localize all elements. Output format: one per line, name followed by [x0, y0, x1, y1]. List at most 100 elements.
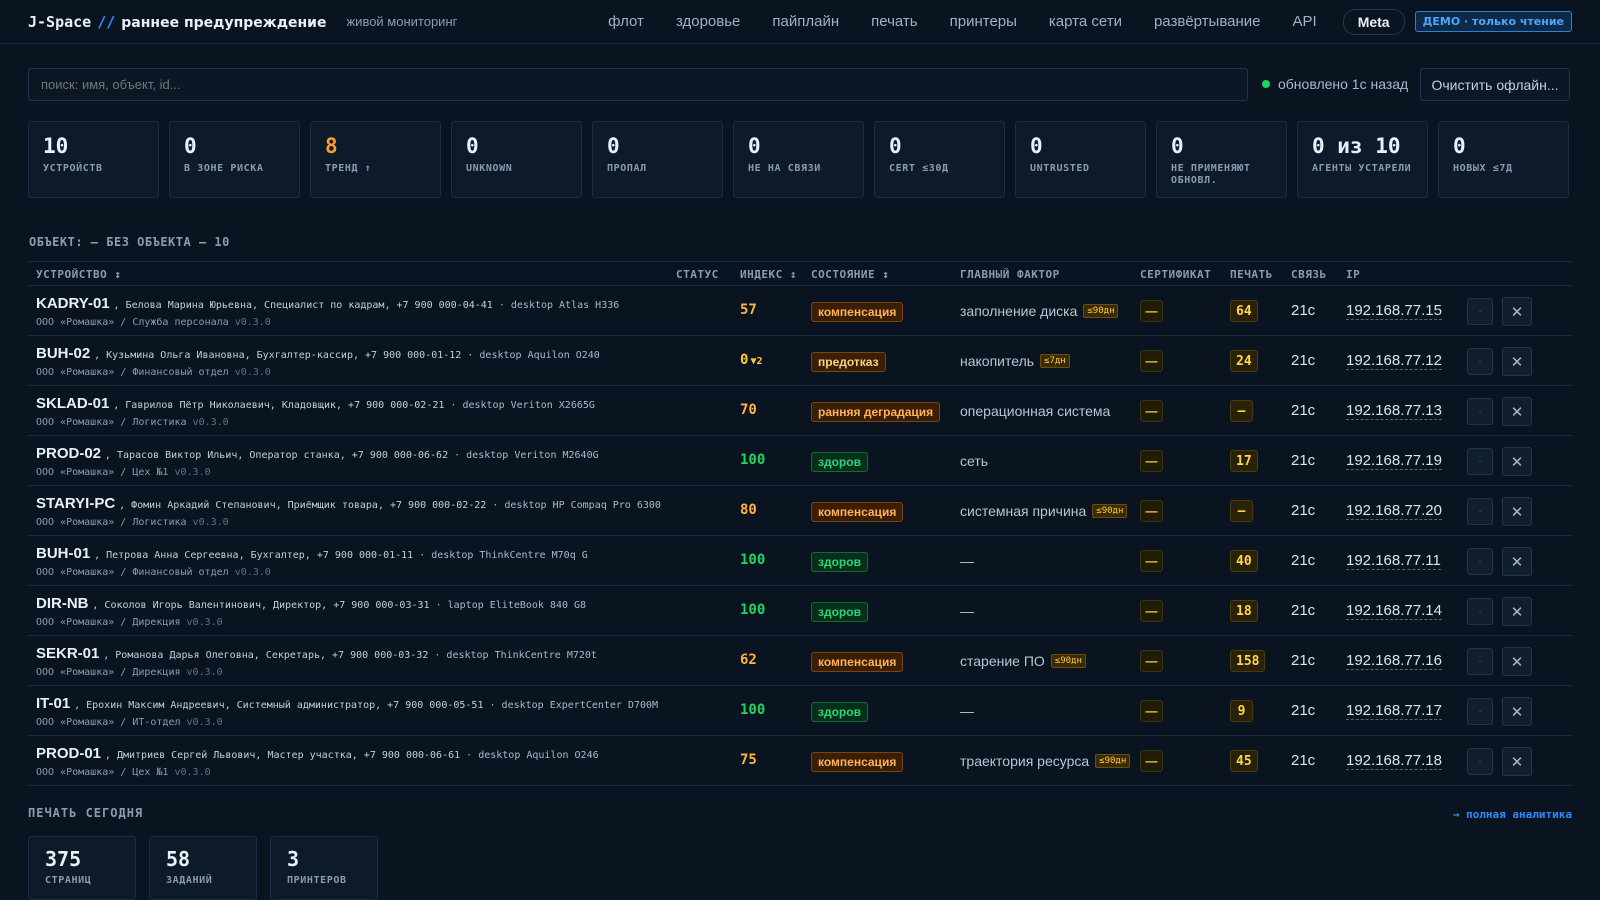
clear-offline-button[interactable]: Очистить офлайн... — [1420, 68, 1570, 101]
col-ip: IP — [1346, 268, 1361, 281]
col-state[interactable]: СОСТОЯНИЕ ↕ — [811, 268, 889, 281]
remove-device-button[interactable]: ✕ — [1502, 497, 1532, 526]
stat-card-lost[interactable]: 0 ПРОПАЛ — [592, 121, 723, 198]
stat-card-devices[interactable]: 10 УСТРОЙСТВ — [28, 121, 159, 198]
health-index: 75 — [740, 752, 759, 768]
dot-icon: · — [1478, 506, 1482, 517]
table-row[interactable]: PROD-02 , Тарасов Виктор Ильич, Оператор… — [28, 436, 1572, 486]
meta-button[interactable]: Meta — [1342, 8, 1405, 35]
device-name[interactable]: SEKR-01 — [36, 645, 99, 662]
factor-horizon-tag: ≤90дн — [1050, 654, 1086, 668]
ip-address[interactable]: 192.168.77.17 — [1346, 702, 1442, 720]
table-row[interactable]: PROD-01 , Дмитриев Сергей Львович, Масте… — [28, 736, 1572, 786]
ip-address[interactable]: 192.168.77.19 — [1346, 452, 1442, 470]
row-menu-button[interactable]: · — [1467, 398, 1493, 425]
stat-card-no-updates[interactable]: 0 НЕ ПРИМЕНЯЮТ ОБНОВЛ. — [1156, 121, 1287, 198]
stat-card-trend[interactable]: 8 ТРЕНД ↑ — [310, 121, 441, 198]
stat-label: UNKNOWN — [466, 163, 513, 174]
ip-address[interactable]: 192.168.77.11 — [1346, 552, 1441, 570]
device-name[interactable]: KADRY-01 — [36, 295, 110, 312]
col-device[interactable]: УСТРОЙСТВО ↕ — [36, 268, 121, 281]
device-name[interactable]: BUH-01 — [36, 545, 90, 562]
stat-value: 0 из 10 — [1312, 134, 1401, 158]
remove-device-button[interactable]: ✕ — [1502, 697, 1532, 726]
device-name[interactable]: SKLAD-01 — [36, 395, 109, 412]
device-org: ООО «Ромашка» / Логистика — [36, 517, 187, 528]
row-menu-button[interactable]: · — [1467, 598, 1493, 625]
main-factor-text: — — [960, 603, 974, 619]
remove-device-button[interactable]: ✕ — [1502, 547, 1532, 576]
search-input[interactable] — [41, 77, 1235, 92]
remove-device-button[interactable]: ✕ — [1502, 447, 1532, 476]
table-row[interactable]: DIR-NB , Соколов Игорь Валентинович, Дир… — [28, 586, 1572, 636]
device-name[interactable]: PROD-02 — [36, 445, 101, 462]
agent-version: v0.3.0 — [234, 367, 271, 378]
search-box[interactable] — [28, 68, 1248, 101]
device-name[interactable]: STARYI-PC — [36, 495, 115, 512]
nav-printers[interactable]: принтеры — [950, 13, 1017, 30]
ip-address[interactable]: 192.168.77.18 — [1346, 752, 1442, 770]
device-model: · laptop EliteBook 840 G8 — [429, 600, 587, 611]
table-row[interactable]: SKLAD-01 , Гаврилов Пётр Николаевич, Кла… — [28, 386, 1572, 436]
nav-health[interactable]: здоровье — [676, 13, 740, 30]
stat-card-cert[interactable]: 0 CERT ≤30Д — [874, 121, 1005, 198]
ip-address[interactable]: 192.168.77.20 — [1346, 502, 1442, 520]
nav-deployment[interactable]: развёртывание — [1154, 13, 1261, 30]
table-row[interactable]: BUH-01 , Петрова Анна Сергеевна, Бухгалт… — [28, 536, 1572, 586]
row-menu-button[interactable]: · — [1467, 348, 1493, 375]
ip-address[interactable]: 192.168.77.12 — [1346, 352, 1442, 370]
device-name[interactable]: BUH-02 — [36, 345, 90, 362]
stat-label: UNTRUSTED — [1030, 163, 1090, 174]
row-menu-button[interactable]: · — [1467, 648, 1493, 675]
device-owner: , Гаврилов Пётр Николаевич, Кладовщик, +… — [113, 400, 445, 411]
device-name[interactable]: PROD-01 — [36, 745, 101, 762]
table-row[interactable]: IT-01 , Ерохин Максим Андреевич, Системн… — [28, 686, 1572, 736]
stat-value: 0 — [607, 134, 620, 158]
row-menu-button[interactable]: · — [1467, 298, 1493, 325]
health-index: 0 ▼2 — [740, 352, 762, 368]
remove-device-button[interactable]: ✕ — [1502, 647, 1532, 676]
row-menu-button[interactable]: · — [1467, 448, 1493, 475]
stat-card-offline[interactable]: 0 НЕ НА СВЯЗИ — [733, 121, 864, 198]
row-menu-button[interactable]: · — [1467, 748, 1493, 775]
app-logo[interactable]: J-Space // раннее предупреждение — [28, 13, 326, 31]
ip-address[interactable]: 192.168.77.16 — [1346, 652, 1442, 670]
stat-card-agents-outdated[interactable]: 0 из 10 АГЕНТЫ УСТАРЕЛИ — [1297, 121, 1428, 198]
full-analytics-link[interactable]: → полная аналитика — [1453, 808, 1572, 821]
remove-device-button[interactable]: ✕ — [1502, 347, 1532, 376]
stats-row: 10 УСТРОЙСТВ 0 В ЗОНЕ РИСКА 8 ТРЕНД ↑ 0 UNKN… — [28, 121, 1569, 198]
table-row[interactable]: STARYI-PC , Фомин Аркадий Степанович, Пр… — [28, 486, 1572, 536]
nav-api[interactable]: API — [1293, 13, 1317, 30]
ip-address[interactable]: 192.168.77.15 — [1346, 302, 1442, 320]
device-name[interactable]: IT-01 — [36, 695, 70, 712]
ip-address[interactable]: 192.168.77.13 — [1346, 402, 1442, 420]
row-menu-button[interactable]: · — [1467, 548, 1493, 575]
device-owner: , Петрова Анна Сергеевна, Бухгалтер, +7 … — [94, 550, 414, 561]
nav-network-map[interactable]: карта сети — [1049, 13, 1122, 30]
stat-card-at-risk[interactable]: 0 В ЗОНЕ РИСКА — [169, 121, 300, 198]
remove-device-button[interactable]: ✕ — [1502, 297, 1532, 326]
agent-version: v0.3.0 — [192, 517, 229, 528]
stat-card-untrusted[interactable]: 0 UNTRUSTED — [1015, 121, 1146, 198]
stat-card-unknown[interactable]: 0 UNKNOWN — [451, 121, 582, 198]
remove-device-button[interactable]: ✕ — [1502, 597, 1532, 626]
table-row[interactable]: BUH-02 , Кузьмина Ольга Ивановна, Бухгал… — [28, 336, 1572, 386]
row-menu-button[interactable]: · — [1467, 498, 1493, 525]
ip-address[interactable]: 192.168.77.14 — [1346, 602, 1442, 620]
table-row[interactable]: KADRY-01 , Белова Марина Юрьевна, Специа… — [28, 286, 1572, 336]
row-menu-button[interactable]: · — [1467, 698, 1493, 725]
remove-device-button[interactable]: ✕ — [1502, 747, 1532, 776]
table-row[interactable]: SEKR-01 , Романова Дарья Олеговна, Секре… — [28, 636, 1572, 686]
nav-pipeline[interactable]: пайплайн — [772, 13, 839, 30]
device-line: IT-01 , Ерохин Максим Андреевич, Системн… — [36, 695, 658, 712]
stat-value: 0 — [1030, 134, 1043, 158]
col-index[interactable]: ИНДЕКС ↕ — [740, 268, 797, 281]
device-name[interactable]: DIR-NB — [36, 595, 89, 612]
device-org: ООО «Ромашка» / Служба персонала — [36, 317, 229, 328]
nav-fleet[interactable]: флот — [608, 13, 644, 30]
remove-device-button[interactable]: ✕ — [1502, 397, 1532, 426]
stat-label: CERT ≤30Д — [889, 163, 949, 174]
nav-print[interactable]: печать — [871, 13, 917, 30]
stat-card-new[interactable]: 0 НОВЫХ ≤7Д — [1438, 121, 1569, 198]
stat-label: ЗАДАНИЙ — [166, 875, 213, 886]
